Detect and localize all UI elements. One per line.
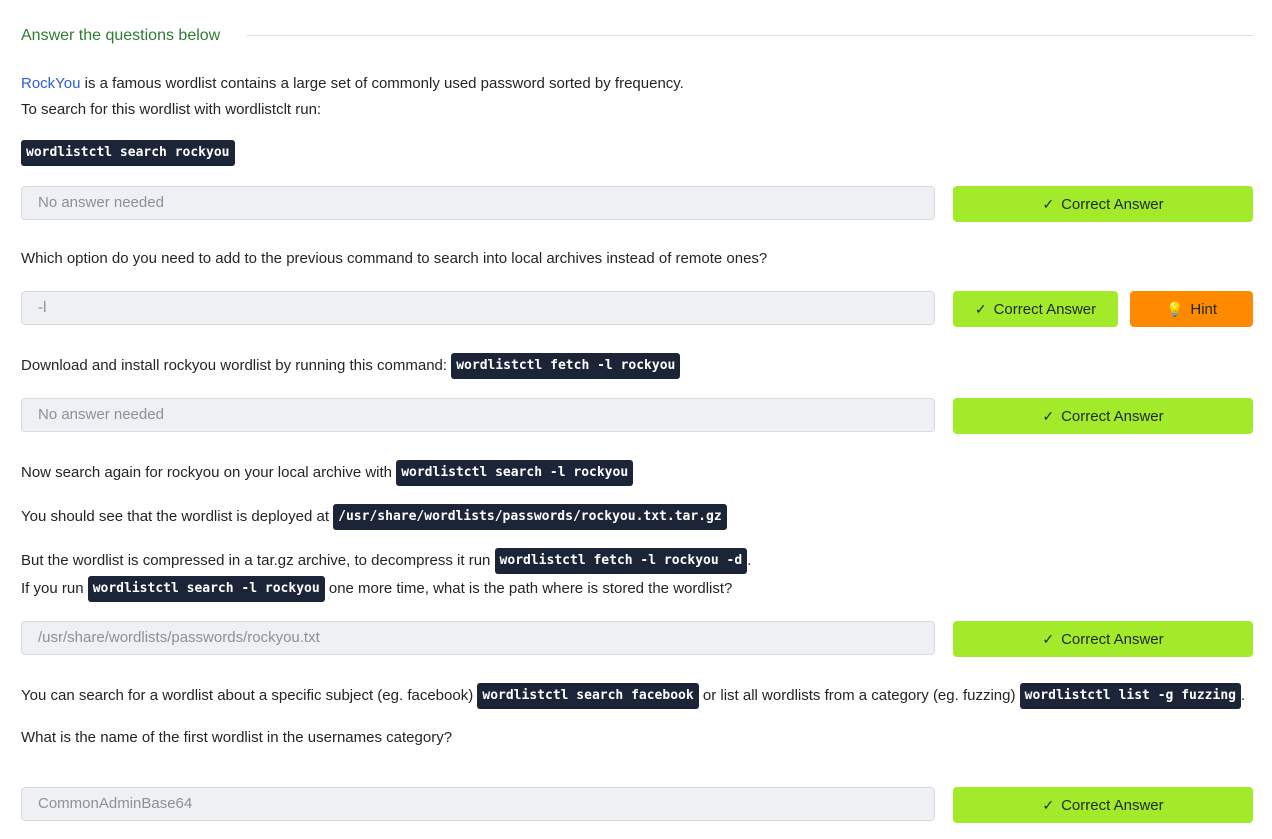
q1-intro: RockYou is a famous wordlist contains a …: [21, 73, 684, 95]
q1-button-label: Correct Answer: [1061, 195, 1164, 213]
q3-answer-field[interactable]: No answer needed: [21, 398, 935, 432]
q1-correct-answer-button[interactable]: ✓ Correct Answer: [953, 186, 1253, 222]
q2-question: Which option do you need to add to the p…: [21, 250, 768, 267]
q5-line1-text-b: or list all wordlists from a category (e…: [698, 686, 1020, 704]
q1-code: wordlistctl search rockyou: [21, 140, 235, 166]
q5-line1-end: .: [1240, 686, 1246, 704]
q4-line2: You should see that the wordlist is depl…: [21, 504, 727, 530]
check-icon: ✓: [1042, 630, 1055, 647]
q5-answer-field[interactable]: CommonAdminBase64: [21, 787, 935, 821]
q4-button-label: Correct Answer: [1061, 630, 1164, 648]
q2-correct-answer-button[interactable]: ✓ Correct Answer: [953, 291, 1118, 327]
check-icon: ✓: [974, 300, 987, 317]
q5-button-label: Correct Answer: [1061, 796, 1164, 814]
q3-button-label: Correct Answer: [1061, 407, 1164, 425]
q4-line1-code: wordlistctl search -l rockyou: [396, 460, 634, 486]
check-icon: ✓: [1042, 407, 1055, 424]
q4-line3: But the wordlist is compressed in a tar.…: [21, 548, 751, 574]
q4-line1: Now search again for rockyou on your loc…: [21, 460, 634, 486]
q4-line3-text: But the wordlist is compressed in a tar.…: [21, 551, 495, 569]
q4-line4-text: If you run: [21, 579, 88, 597]
q1-answer-field[interactable]: No answer needed: [21, 186, 935, 220]
rockyou-link[interactable]: RockYou: [21, 75, 81, 92]
q5-code-list: wordlistctl list -g fuzzing: [1019, 683, 1241, 709]
q1-instruction: To search for this wordlist with wordlis…: [21, 101, 322, 118]
section-divider: [247, 35, 1253, 36]
q4-correct-answer-button[interactable]: ✓ Correct Answer: [953, 621, 1253, 657]
q4-line4-code: wordlistctl search -l rockyou: [87, 576, 325, 602]
q5-question: What is the name of the first wordlist i…: [21, 729, 453, 746]
q4-line4: If you run wordlistctl search -l rockyou…: [21, 576, 732, 602]
q2-hint-label: Hint: [1190, 300, 1218, 318]
q4-line4-end: one more time, what is the path where is…: [324, 579, 733, 597]
lightbulb-icon: 💡: [1165, 300, 1184, 317]
q5-line1-text-a: You can search for a wordlist about a sp…: [21, 686, 478, 704]
q2-button-label: Correct Answer: [993, 300, 1097, 318]
q4-line2-text: You should see that the wordlist is depl…: [21, 507, 334, 525]
q3-text: Download and install rockyou wordlist by…: [21, 356, 452, 374]
q1-intro-text: is a famous wordlist contains a large se…: [80, 75, 684, 92]
q3-correct-answer-button[interactable]: ✓ Correct Answer: [953, 398, 1253, 434]
q4-line2-code: /usr/share/wordlists/passwords/rockyou.t…: [333, 504, 727, 530]
section-title: Answer the questions below: [21, 27, 221, 44]
q5-code-search: wordlistctl search facebook: [477, 683, 699, 709]
q2-hint-button[interactable]: 💡 Hint: [1130, 291, 1253, 327]
q4-line3-code: wordlistctl fetch -l rockyou -d: [494, 548, 748, 574]
q5-line1: You can search for a wordlist about a sp…: [21, 683, 1245, 709]
q1-code-line: wordlistctl search rockyou: [21, 140, 235, 166]
check-icon: ✓: [1042, 195, 1055, 212]
check-icon: ✓: [1042, 796, 1055, 813]
q5-correct-answer-button[interactable]: ✓ Correct Answer: [953, 787, 1253, 823]
q4-answer-field[interactable]: /usr/share/wordlists/passwords/rockyou.t…: [21, 621, 935, 655]
q4-line3-end: .: [747, 551, 752, 569]
q3-question: Download and install rockyou wordlist by…: [21, 353, 681, 379]
q3-code: wordlistctl fetch -l rockyou: [451, 353, 681, 379]
q4-line1-text: Now search again for rockyou on your loc…: [21, 463, 397, 481]
q2-answer-field[interactable]: -l: [21, 291, 935, 325]
